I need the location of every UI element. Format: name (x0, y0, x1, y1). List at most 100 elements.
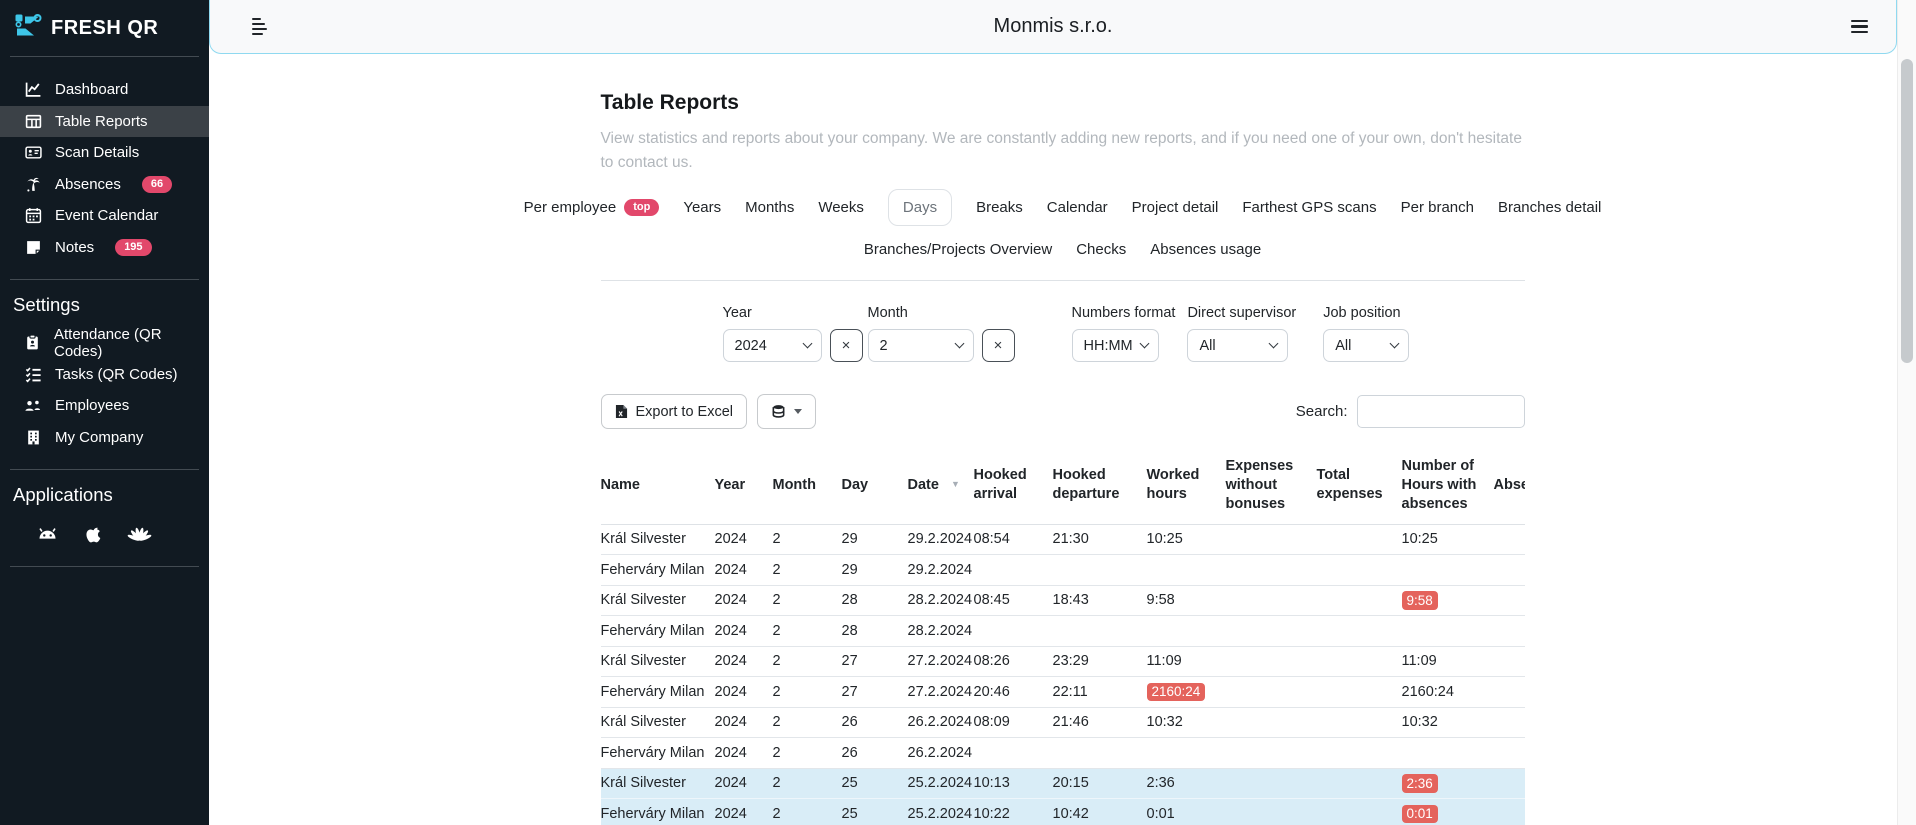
tab-calendar[interactable]: Calendar (1047, 190, 1108, 225)
sidebar-item-table-reports[interactable]: Table Reports (0, 105, 209, 137)
numbers-format-select[interactable]: HH:MM (1071, 329, 1159, 363)
table-row[interactable]: Král Silvester 2024 2 25 25.2.2024 10:13 20:15… (600, 768, 1525, 800)
tab-years[interactable]: Years (683, 190, 721, 225)
column-header-number-of-hours-with-absences[interactable]: Number of Hours with absences (1402, 457, 1494, 514)
logo-text: FRESH QR (51, 16, 159, 39)
cell-year: 2024 (714, 805, 747, 822)
cell-arrival: 20:46 (973, 683, 1010, 700)
table-row[interactable]: Feherváry Milan 2024 2 26 26.2.2024 (600, 738, 1525, 769)
tab-days[interactable]: Days (887, 189, 953, 227)
column-header-hooked-arrival[interactable]: Hooked arrival (974, 466, 1053, 504)
sidebar-item-my-company[interactable]: My Company (0, 422, 209, 454)
column-header-date[interactable]: Date ▼ (908, 476, 974, 495)
sidebar-item-tasks-qr-codes[interactable]: Tasks (QR Codes) (0, 359, 209, 391)
sidebar-toggle-icon[interactable] (252, 17, 267, 36)
sidebar-item-event-calendar[interactable]: Event Calendar (0, 200, 209, 232)
sidebar-item-employees[interactable]: Employees (0, 390, 209, 422)
cell-year: 2024 (714, 714, 747, 731)
column-header-total-expenses[interactable]: Total expenses (1317, 466, 1402, 504)
cell-hours_abs: 9:58 (1401, 591, 1494, 610)
scrollbar-thumb[interactable] (1901, 59, 1913, 363)
clear-year-button[interactable]: × (829, 329, 863, 363)
export-to-excel-button[interactable]: Export to Excel (600, 394, 748, 430)
android-icon (34, 524, 61, 549)
direct-supervisor-select[interactable]: All (1187, 329, 1289, 363)
count-badge: 66 (141, 175, 173, 193)
table-row[interactable]: Feherváry Milan 2024 2 27 27.2.2024 20:46 22:1… (600, 677, 1525, 708)
cell-hours_abs: 10:32 (1401, 714, 1438, 731)
column-header-absences[interactable]: Absences (1494, 476, 1525, 495)
job-position-select[interactable]: All (1323, 329, 1410, 363)
clipboard-icon (24, 334, 41, 351)
cell-departure: 20:15 (1052, 775, 1089, 792)
app-link-android[interactable] (34, 524, 61, 549)
table-row[interactable]: Feherváry Milan 2024 2 28 28.2.2024 (600, 616, 1525, 647)
table-row[interactable]: Král Silvester 2024 2 28 28.2.2024 08:45 18:43… (600, 586, 1525, 617)
logo[interactable]: FRESH QR (0, 0, 209, 56)
column-header-hooked-departure[interactable]: Hooked departure (1053, 466, 1147, 504)
sidebar-item-label: My Company (55, 428, 144, 446)
sidebar-item-label: Scan Details (55, 144, 140, 162)
sidebar-item-scan-details[interactable]: Scan Details (0, 137, 209, 169)
sidebar-item-label: Absences (55, 175, 121, 193)
cell-worked: 0:01 (1146, 805, 1175, 822)
tab-weeks[interactable]: Weeks (818, 190, 864, 225)
tab-branches-projects-overview[interactable]: Branches/Projects Overview (864, 232, 1052, 267)
column-header-year[interactable]: Year (715, 476, 773, 495)
fresh-qr-logo-icon (14, 13, 42, 44)
sidebar-item-dashboard[interactable]: Dashboard (0, 74, 209, 106)
tab-months[interactable]: Months (745, 190, 794, 225)
cell-day: 28 (841, 622, 858, 639)
main-area: Monmis s.r.o. Table Reports View statist… (209, 0, 1916, 825)
tab-per-employee[interactable]: Per employee top (524, 190, 660, 225)
cell-worked: 2160:24 (1146, 682, 1226, 702)
top-badge: top (624, 199, 660, 217)
sidebar-item-notes[interactable]: Notes 195 (0, 232, 209, 264)
menu-icon[interactable] (1851, 20, 1868, 33)
year-select[interactable]: 2024 (722, 329, 822, 363)
tab-branches-detail[interactable]: Branches detail (1498, 190, 1601, 225)
cell-hours_abs: 10:25 (1401, 531, 1438, 548)
cell-departure: 22:11 (1052, 683, 1088, 700)
id-card-icon (24, 144, 42, 161)
report-tabs-row1: Per employee top Years Months Weeks Days Break… (524, 189, 1601, 227)
sidebar-settings-nav: Attendance (QR Codes) Tasks (QR Codes) Emp… (0, 325, 209, 469)
sidebar-item-absences[interactable]: Absences 66 (0, 169, 209, 201)
cell-arrival: 08:54 (973, 531, 1010, 548)
app-link-apple[interactable] (85, 523, 103, 550)
column-header-month[interactable]: Month (773, 476, 842, 495)
cell-day: 29 (841, 561, 858, 578)
tab-breaks[interactable]: Breaks (976, 190, 1023, 225)
tab-checks[interactable]: Checks (1076, 232, 1126, 267)
table-row[interactable]: Král Silvester 2024 2 27 27.2.2024 08:26 23:29… (600, 647, 1525, 678)
tab-label: Calendar (1046, 199, 1108, 217)
tab-project-detail[interactable]: Project detail (1132, 190, 1219, 225)
tab-absences-usage[interactable]: Absences usage (1150, 232, 1261, 267)
sidebar-item-attendance-qr-codes[interactable]: Attendance (QR Codes) (0, 326, 209, 360)
cell-date: 28.2.2024 (907, 592, 973, 609)
table-icon (24, 113, 42, 130)
table-row[interactable]: Král Silvester 2024 2 29 29.2.2024 08:54 21:30… (600, 525, 1525, 556)
tab-farthest-gps-scans[interactable]: Farthest GPS scans (1242, 190, 1376, 225)
column-header-day[interactable]: Day (842, 476, 908, 495)
column-header-name[interactable]: Name (601, 476, 715, 495)
toolbar: Export to Excel Search: (600, 394, 1525, 430)
app-link-huawei[interactable] (127, 525, 152, 549)
clear-month-button[interactable]: × (981, 329, 1015, 363)
column-header-worked-hours[interactable]: Worked hours (1147, 466, 1226, 504)
search-input[interactable] (1356, 395, 1525, 429)
column-header-expenses-without-bonuses[interactable]: Expenses without bonuses (1226, 457, 1317, 514)
table-row[interactable]: Feherváry Milan 2024 2 25 25.2.2024 10:22 10:4… (600, 799, 1525, 825)
file-excel-icon (615, 404, 628, 419)
tab-per-branch[interactable]: Per branch (1401, 190, 1474, 225)
column-visibility-button[interactable] (757, 394, 817, 430)
cell-departure: 18:43 (1052, 592, 1089, 609)
scrollbar-track[interactable] (1897, 0, 1916, 825)
cell-date: 25.2.2024 (907, 775, 973, 792)
month-select[interactable]: 2 (867, 329, 974, 363)
cell-day: 27 (841, 653, 858, 670)
database-icon (771, 404, 786, 419)
page-description: View statistics and reports about your c… (600, 130, 1522, 172)
table-row[interactable]: Feherváry Milan 2024 2 29 29.2.2024 (600, 555, 1525, 586)
table-row[interactable]: Král Silvester 2024 2 26 26.2.2024 08:09 21:46… (600, 708, 1525, 739)
